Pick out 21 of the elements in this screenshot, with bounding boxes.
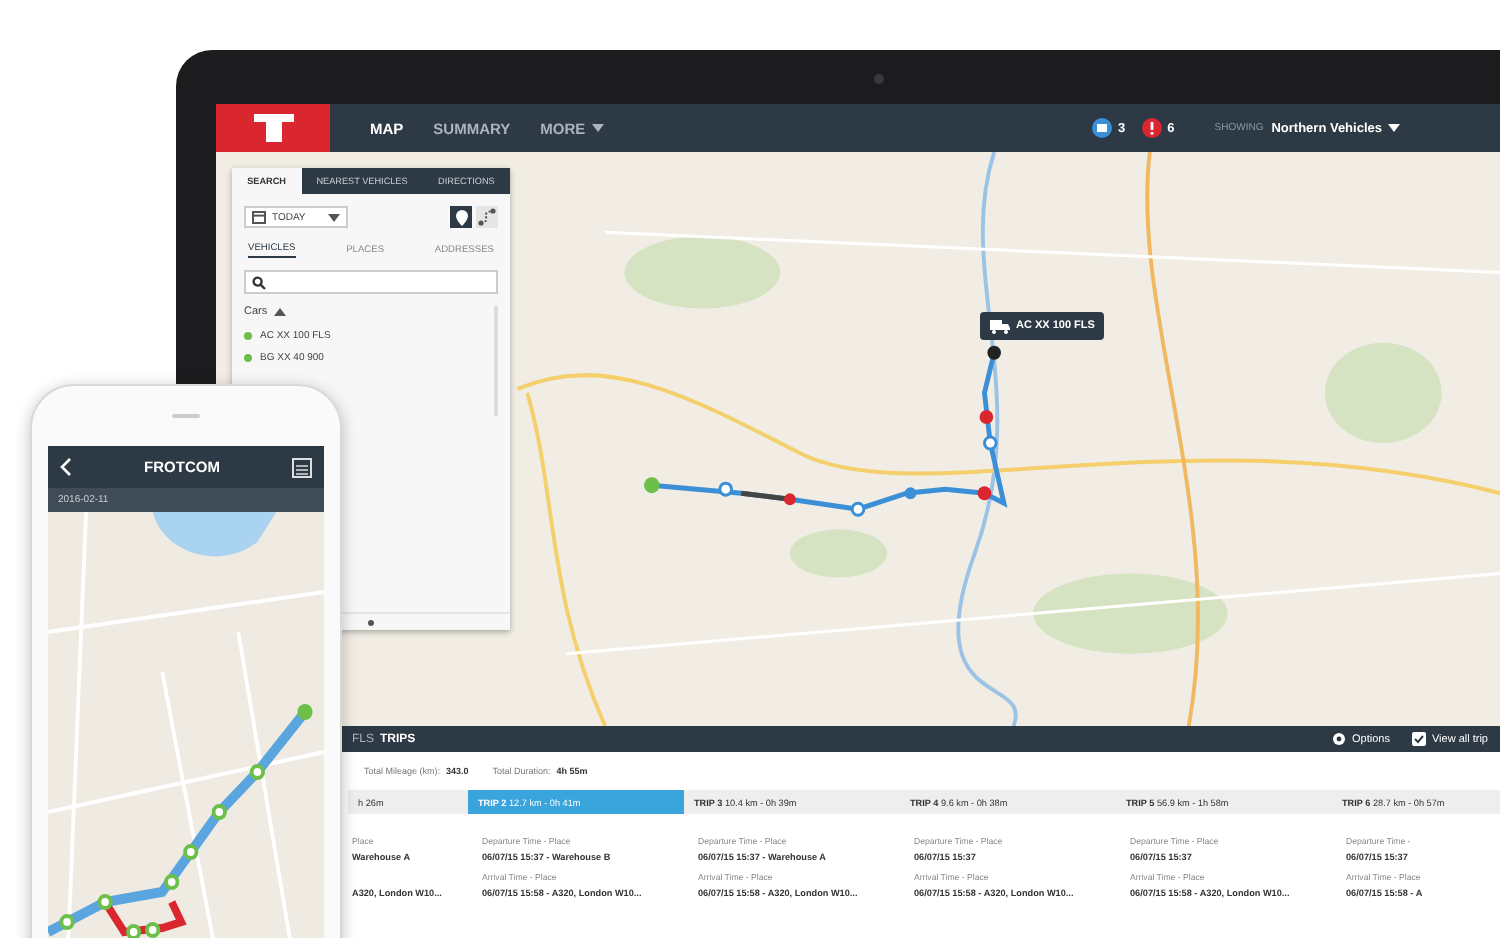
search-icon <box>252 275 266 289</box>
collapse-icon[interactable] <box>368 619 374 625</box>
message-icon[interactable] <box>1092 118 1113 138</box>
pin-view-button[interactable] <box>450 206 472 228</box>
caret-icon <box>591 124 604 132</box>
caret-icon <box>273 308 286 316</box>
search-field[interactable] <box>244 270 498 294</box>
park-area <box>789 529 888 578</box>
camera-icon <box>874 74 884 84</box>
truck-icon <box>990 318 1010 334</box>
gear-icon <box>1332 732 1346 746</box>
caret-icon <box>328 213 340 221</box>
calendar-icon[interactable] <box>291 457 312 477</box>
caret-icon <box>1388 124 1400 132</box>
alert-icon[interactable] <box>1141 118 1162 138</box>
logo-icon <box>216 104 330 152</box>
checkbox-icon <box>1411 732 1426 746</box>
route-view-button[interactable] <box>476 206 498 228</box>
calendar-icon <box>252 210 266 224</box>
park-area <box>1324 342 1442 443</box>
back-icon[interactable] <box>60 458 72 476</box>
